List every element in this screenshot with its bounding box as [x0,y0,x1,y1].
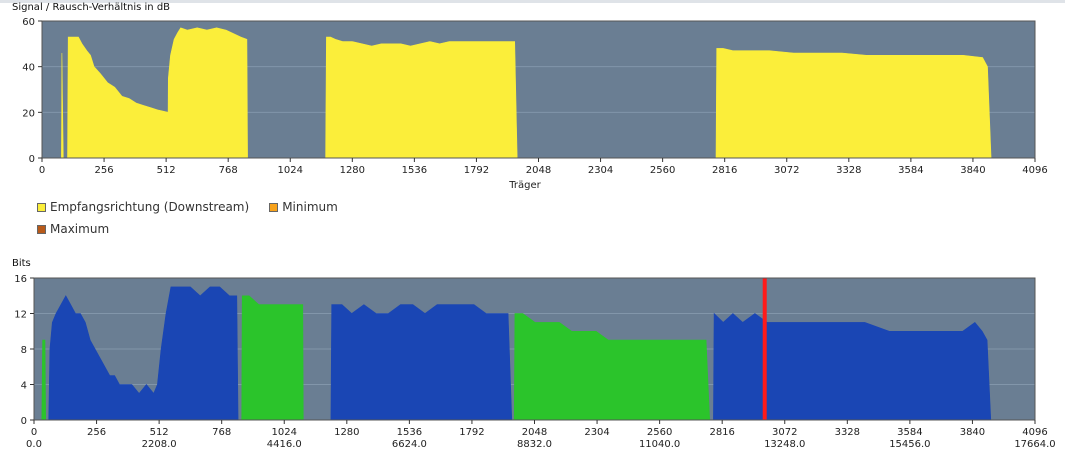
snr-xtick-label-10: 2560 [650,165,675,176]
snr-xtick-label-14: 3584 [898,165,923,176]
legend-swatch-minimum [269,202,279,212]
snr-chart-xlabel: Träger [508,180,541,191]
bits-xtick2-label-3: 6624.0 [392,439,427,450]
legend-label-maximum: Maximum [50,222,110,236]
snr-xtick-label-15: 3840 [960,165,985,176]
bits-xtick-label-7: 1792 [459,427,484,438]
snr-xtick-label-9: 2304 [588,165,613,176]
bits-xtick-label-16: 4096 [1022,427,1047,438]
bits-xtick2-label-7: 15456.0 [889,439,930,450]
bits-xtick-label-0: 0 [31,427,37,438]
bits-xtick-label-8: 2048 [522,427,547,438]
bits-series-3 [330,304,513,421]
snr-xtick-label-8: 2048 [526,165,551,176]
bits-ytick-label-3: 12 [14,310,27,321]
snr-xtick-label-5: 1280 [340,165,365,176]
snr-xtick-label-16: 4096 [1022,165,1047,176]
bits-xtick2-label-2: 4416.0 [267,439,302,450]
snr-xtick-label-2: 512 [157,165,176,176]
snr-legend: Empfangsrichtung (Downstream) Minimum Ma… [37,196,358,240]
snr-xtick-label-4: 1024 [278,165,303,176]
snr-ytick-label-3: 60 [22,17,35,28]
bits-xtick2-label-5: 11040.0 [639,439,680,450]
bits-xtick-label-1: 256 [87,427,106,438]
snr-xtick-label-12: 3072 [774,165,799,176]
bits-xtick-label-4: 1024 [272,427,297,438]
snr-xtick-label-0: 0 [39,165,45,176]
snr-xtick-label-11: 2816 [712,165,737,176]
bits-series-0 [41,339,47,421]
bits-xtick2-label-4: 8832.0 [517,439,552,450]
bits-xtick-label-10: 2560 [647,427,672,438]
bits-xtick-label-2: 512 [150,427,169,438]
bits-ytick-label-2: 8 [21,345,27,356]
legend-label-downstream: Empfangsrichtung (Downstream) [50,200,250,214]
snr-xtick-label-7: 1792 [464,165,489,176]
legend-item-maximum[interactable]: Maximum [37,222,109,236]
snr-xtick-label-1: 256 [95,165,114,176]
bits-ytick-label-0: 0 [21,416,27,427]
legend-swatch-downstream [37,202,46,212]
snr-ytick-label-2: 40 [22,63,35,74]
bits-chart: Bits 0 4 8 12 16 0 256 512 768 1024 1280 1536 1792 20… [12,258,1056,450]
snr-xtick-label-6: 1536 [402,165,427,176]
snr-chart-title: Signal / Rausch-Verhältnis in dB [12,2,170,13]
bits-xtick-label-9: 2304 [584,427,609,438]
snr-xtick-label-13: 3328 [836,165,861,176]
bits-xtick-label-14: 3584 [897,427,922,438]
bits-xtick-label-6: 1536 [397,427,422,438]
bits-chart-ylabel: Bits [12,258,31,269]
legend-swatch-maximum [37,224,46,234]
bits-xtick-label-12: 3072 [772,427,797,438]
bits-xtick-label-3: 768 [212,427,231,438]
bits-ytick-label-1: 4 [21,381,27,392]
snr-ytick-label-0: 0 [29,154,35,165]
bits-xtick-label-15: 3840 [960,427,985,438]
bits-xtick-label-11: 2816 [709,427,734,438]
bits-xtick2-label-1: 2208.0 [142,439,177,450]
bits-xtick2-label-0: 0.0 [26,439,42,450]
snr-xtick-label-3: 768 [219,165,238,176]
bits-xtick-label-13: 3328 [835,427,860,438]
bits-ytick-label-4: 16 [14,274,27,285]
bits-xtick2-label-6: 13248.0 [764,439,805,450]
legend-label-minimum: Minimum [282,200,338,214]
legend-item-minimum[interactable]: Minimum [269,200,338,214]
snr-chart: Signal / Rausch-Verhältnis in dB Träger … [12,2,1048,191]
bits-xtick-label-5: 1280 [334,427,359,438]
legend-item-downstream[interactable]: Empfangsrichtung (Downstream) [37,200,249,214]
snr-ytick-label-1: 20 [22,108,35,119]
bits-xtick2-label-8: 17664.0 [1014,439,1055,450]
bits-series-2 [241,295,304,421]
